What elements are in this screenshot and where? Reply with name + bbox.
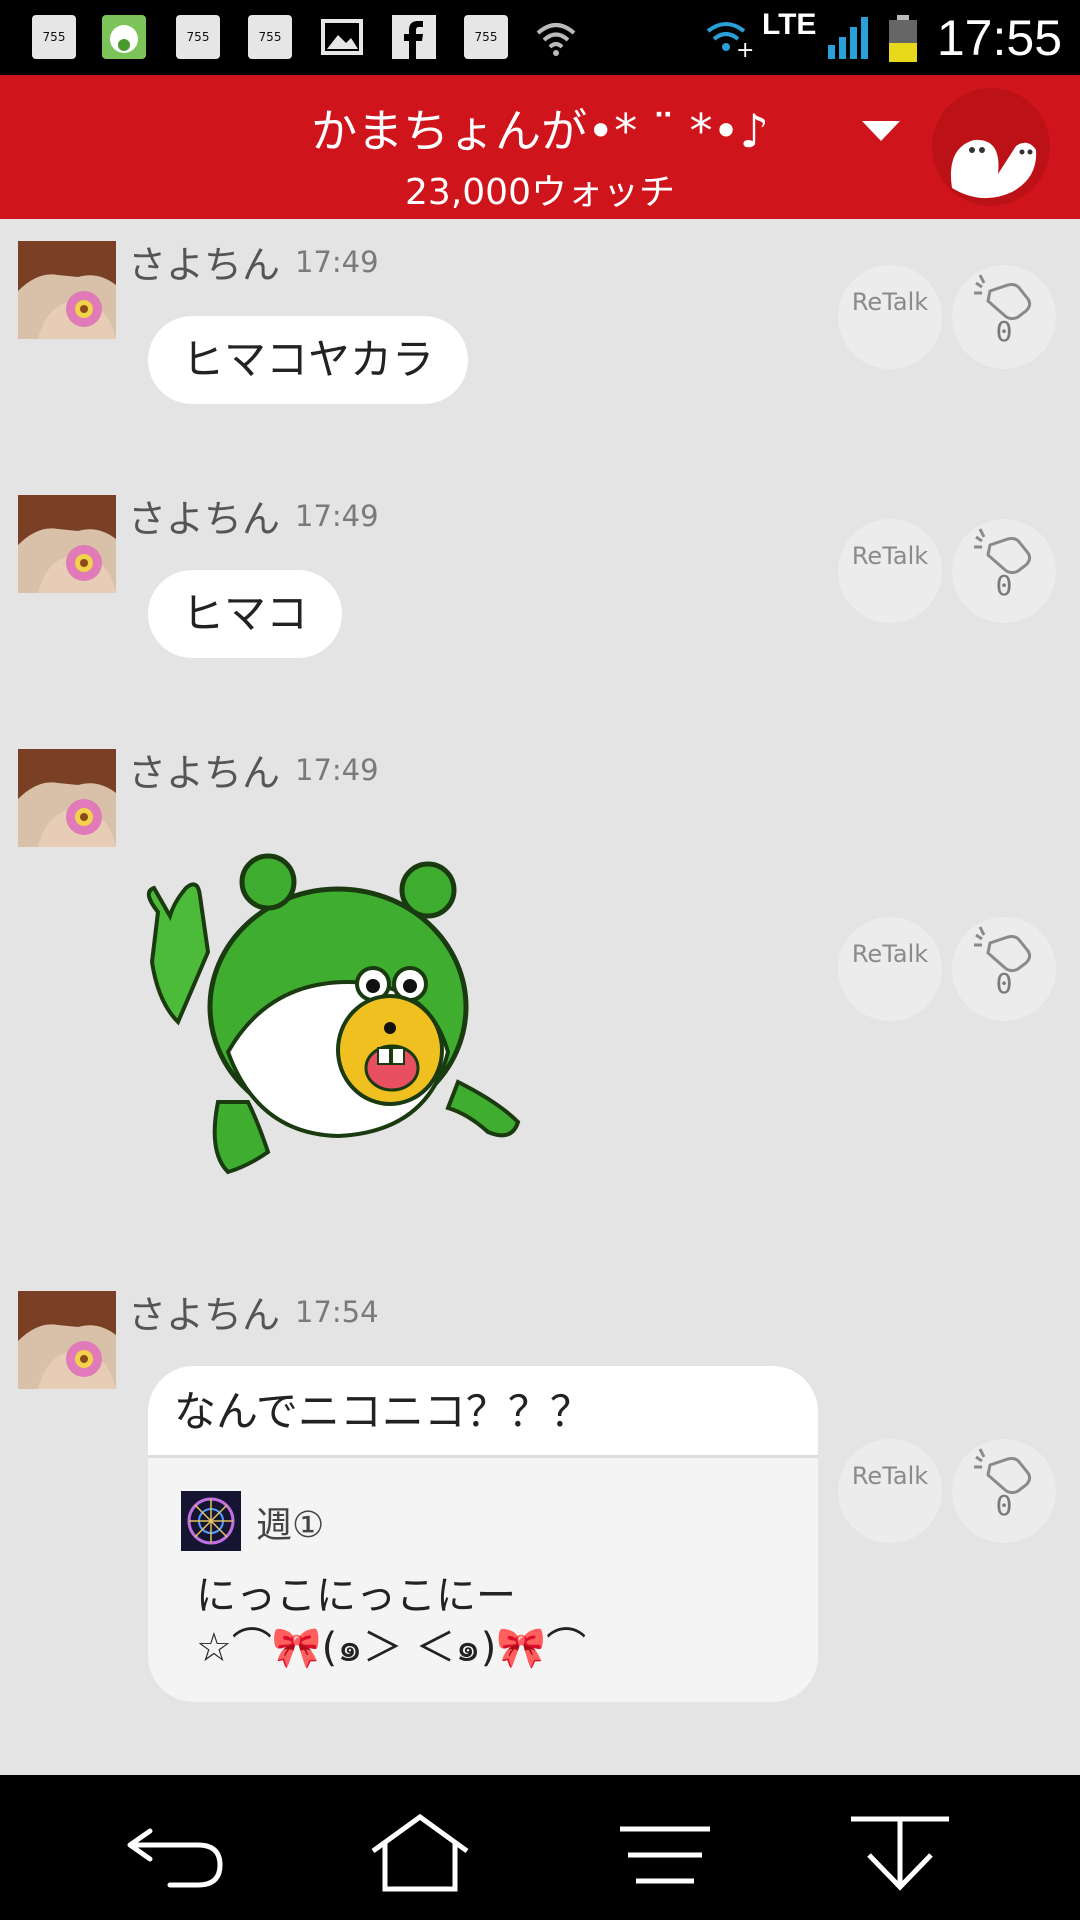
svg-text:+: + — [736, 38, 754, 59]
facebook-icon — [392, 15, 436, 59]
room-header: かまちょんが•* ¨ *•♪ 23,000ウォッチ — [0, 75, 1080, 219]
room-title: かまちょんが•* ¨ *•♪ — [311, 104, 769, 158]
avatar[interactable] — [18, 495, 116, 593]
chevron-down-icon[interactable] — [862, 121, 900, 141]
image-icon — [320, 15, 364, 59]
clap-count: 0 — [995, 315, 1013, 348]
avatar[interactable] — [18, 749, 116, 847]
mascot-icon[interactable] — [932, 88, 1050, 206]
retalk-button[interactable]: ReTalk — [838, 265, 942, 369]
clap-button[interactable]: 0 — [952, 265, 1056, 369]
quoted-text-line: にっこにっこにー — [196, 1573, 516, 1619]
clap-count: 0 — [995, 967, 1013, 1000]
green-bear-sticker[interactable] — [128, 852, 538, 1192]
message-bubble[interactable]: ヒマコ — [148, 570, 343, 658]
message-username[interactable]: さよちん — [128, 1284, 280, 1339]
menu-icon[interactable] — [610, 1805, 720, 1895]
home-icon[interactable] — [365, 1805, 475, 1895]
message-username[interactable]: さよちん — [128, 742, 280, 797]
quoted-avatar[interactable] — [181, 1491, 241, 1551]
quoted-text-line: ☆⌒🎀(๑＞ ＜๑)🎀⌒ — [196, 1625, 587, 1671]
clap-button[interactable]: 0 — [952, 519, 1056, 623]
message-time: 17:49 — [295, 499, 379, 533]
status-bar: 755 755 755 755 + LTE 17:55 — [0, 0, 1080, 75]
back-icon[interactable] — [120, 1805, 230, 1895]
retalk-button[interactable]: ReTalk — [838, 917, 942, 1021]
message-username[interactable]: さよちん — [128, 234, 280, 289]
message-text: なんでニコニコ？？？ — [148, 1366, 818, 1458]
scroll-down-icon[interactable] — [845, 1805, 955, 1895]
navigation-bar — [0, 1775, 1080, 1920]
avatar[interactable] — [18, 1291, 116, 1389]
voices-app-icon — [102, 15, 146, 59]
battery-icon — [888, 15, 918, 62]
retalk-label: ReTalk — [851, 1462, 929, 1490]
quoted-username[interactable]: 週① — [256, 1496, 324, 1548]
retalk-label: ReTalk — [851, 940, 929, 968]
755-notification-icon: 755 — [32, 15, 76, 59]
watch-count: 23,000ウォッチ — [405, 172, 675, 213]
clap-button[interactable]: 0 — [952, 917, 1056, 1021]
wifi-data-icon: + — [706, 15, 756, 63]
network-type-label: LTE — [762, 8, 817, 41]
message-time: 17:54 — [295, 1295, 379, 1329]
clock: 17:55 — [936, 10, 1062, 66]
message-time: 17:49 — [295, 245, 379, 279]
message-username[interactable]: さよちん — [128, 488, 280, 543]
retalk-label: ReTalk — [851, 542, 929, 570]
755-notification-icon: 755 — [464, 15, 508, 59]
retalk-button[interactable]: ReTalk — [838, 519, 942, 623]
wifi-icon — [534, 15, 578, 59]
clap-count: 0 — [995, 1489, 1013, 1522]
retalk-button[interactable]: ReTalk — [838, 1439, 942, 1543]
755-notification-icon: 755 — [176, 15, 220, 59]
avatar[interactable] — [18, 241, 116, 339]
signal-icon — [826, 15, 874, 59]
quoted-text: にっこにっこにー ☆⌒🎀(๑＞ ＜๑)🎀⌒ — [196, 1570, 586, 1674]
755-notification-icon: 755 — [248, 15, 292, 59]
clap-count: 0 — [995, 569, 1013, 602]
quote-message-bubble[interactable]: なんでニコニコ？？？ 週① にっこにっこにー ☆⌒🎀(๑＞ ＜๑)🎀⌒ — [148, 1366, 818, 1702]
retalk-label: ReTalk — [851, 288, 929, 316]
message-time: 17:49 — [295, 753, 379, 787]
clap-button[interactable]: 0 — [952, 1439, 1056, 1543]
message-bubble[interactable]: ヒマコヤカラ — [148, 316, 469, 404]
